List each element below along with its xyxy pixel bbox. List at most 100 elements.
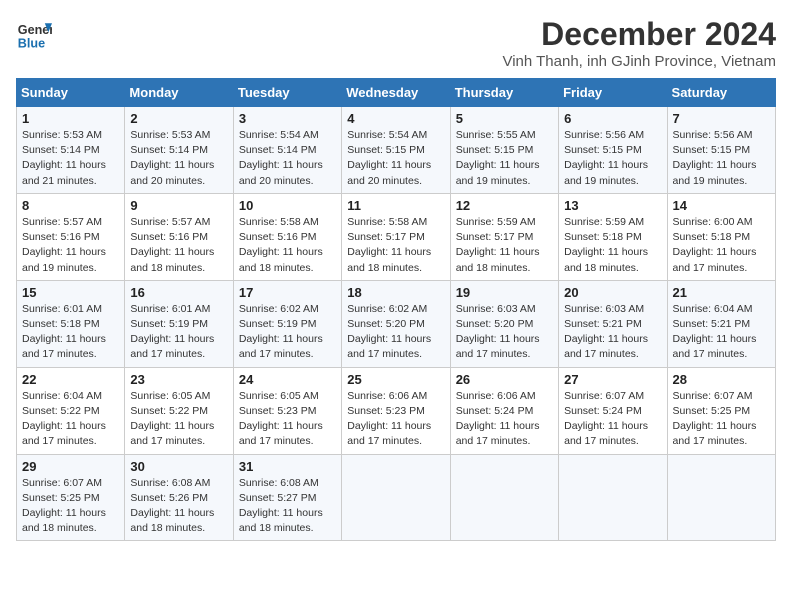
calendar-cell [450,454,558,541]
calendar-week-row: 8 Sunrise: 5:57 AM Sunset: 5:16 PM Daylig… [17,193,776,280]
calendar-header-monday: Monday [125,79,233,107]
day-number: 16 [130,285,227,300]
calendar-header-saturday: Saturday [667,79,775,107]
calendar-header-row: SundayMondayTuesdayWednesdayThursdayFrid… [17,79,776,107]
calendar-cell: 31 Sunrise: 6:08 AM Sunset: 5:27 PM Dayli… [233,454,341,541]
day-info: Sunrise: 6:08 AM Sunset: 5:26 PM Dayligh… [130,476,227,537]
day-info: Sunrise: 5:57 AM Sunset: 5:16 PM Dayligh… [130,215,227,276]
day-number: 2 [130,111,227,126]
calendar-cell: 16 Sunrise: 6:01 AM Sunset: 5:19 PM Dayli… [125,280,233,367]
calendar-header-friday: Friday [559,79,667,107]
calendar-week-row: 22Sunrise: 6:04 AM Sunset: 5:22 PM Dayli… [17,367,776,454]
day-info: Sunrise: 6:07 AM Sunset: 5:24 PM Dayligh… [564,389,661,450]
calendar-header-thursday: Thursday [450,79,558,107]
day-number: 22 [22,372,119,387]
calendar-cell [342,454,450,541]
day-info: Sunrise: 5:54 AM Sunset: 5:15 PM Dayligh… [347,128,444,189]
calendar-cell: 13 Sunrise: 5:59 AM Sunset: 5:18 PM Dayli… [559,193,667,280]
calendar-cell: 11 Sunrise: 5:58 AM Sunset: 5:17 PM Dayli… [342,193,450,280]
day-info: Sunrise: 5:59 AM Sunset: 5:18 PM Dayligh… [564,215,661,276]
day-number: 31 [239,459,336,474]
calendar-header-sunday: Sunday [17,79,125,107]
day-info: Sunrise: 6:03 AM Sunset: 5:21 PM Dayligh… [564,302,661,363]
day-number: 5 [456,111,553,126]
svg-text:Blue: Blue [18,37,45,51]
day-number: 14 [673,198,770,213]
day-info: Sunrise: 5:54 AM Sunset: 5:14 PM Dayligh… [239,128,336,189]
day-info: Sunrise: 6:02 AM Sunset: 5:19 PM Dayligh… [239,302,336,363]
day-number: 27 [564,372,661,387]
calendar-cell: 27 Sunrise: 6:07 AM Sunset: 5:24 PM Dayli… [559,367,667,454]
calendar-cell: 3Sunrise: 5:54 AM Sunset: 5:14 PM Daylig… [233,107,341,194]
day-number: 20 [564,285,661,300]
day-info: Sunrise: 6:08 AM Sunset: 5:27 PM Dayligh… [239,476,336,537]
day-info: Sunrise: 5:53 AM Sunset: 5:14 PM Dayligh… [130,128,227,189]
day-info: Sunrise: 5:56 AM Sunset: 5:15 PM Dayligh… [564,128,661,189]
calendar-cell: 26Sunrise: 6:06 AM Sunset: 5:24 PM Dayli… [450,367,558,454]
calendar-cell: 30 Sunrise: 6:08 AM Sunset: 5:26 PM Dayli… [125,454,233,541]
day-info: Sunrise: 5:58 AM Sunset: 5:17 PM Dayligh… [347,215,444,276]
calendar-header-wednesday: Wednesday [342,79,450,107]
day-info: Sunrise: 5:57 AM Sunset: 5:16 PM Dayligh… [22,215,119,276]
title-area: December 2024 Vinh Thanh, inh GJinh Prov… [502,16,776,70]
day-number: 17 [239,285,336,300]
day-info: Sunrise: 6:07 AM Sunset: 5:25 PM Dayligh… [22,476,119,537]
day-number: 24 [239,372,336,387]
calendar-cell: 22Sunrise: 6:04 AM Sunset: 5:22 PM Dayli… [17,367,125,454]
day-info: Sunrise: 6:03 AM Sunset: 5:20 PM Dayligh… [456,302,553,363]
calendar-cell: 29 Sunrise: 6:07 AM Sunset: 5:25 PM Dayli… [17,454,125,541]
calendar-table: SundayMondayTuesdayWednesdayThursdayFrid… [16,78,776,541]
day-info: Sunrise: 6:00 AM Sunset: 5:18 PM Dayligh… [673,215,770,276]
calendar-cell: 24 Sunrise: 6:05 AM Sunset: 5:23 PM Dayli… [233,367,341,454]
calendar-cell [667,454,775,541]
day-number: 1 [22,111,119,126]
day-number: 19 [456,285,553,300]
calendar-cell: 2 Sunrise: 5:53 AM Sunset: 5:14 PM Daylig… [125,107,233,194]
calendar-cell: 12Sunrise: 5:59 AM Sunset: 5:17 PM Dayli… [450,193,558,280]
calendar-header-tuesday: Tuesday [233,79,341,107]
calendar-cell: 19 Sunrise: 6:03 AM Sunset: 5:20 PM Dayli… [450,280,558,367]
calendar-cell: 23 Sunrise: 6:05 AM Sunset: 5:22 PM Dayli… [125,367,233,454]
calendar-cell: 5 Sunrise: 5:55 AM Sunset: 5:15 PM Daylig… [450,107,558,194]
day-info: Sunrise: 6:02 AM Sunset: 5:20 PM Dayligh… [347,302,444,363]
day-number: 11 [347,198,444,213]
calendar-cell: 15 Sunrise: 6:01 AM Sunset: 5:18 PM Dayli… [17,280,125,367]
day-info: Sunrise: 5:58 AM Sunset: 5:16 PM Dayligh… [239,215,336,276]
logo-icon: General Blue [16,16,52,52]
calendar-week-row: 1 Sunrise: 5:53 AM Sunset: 5:14 PM Daylig… [17,107,776,194]
day-number: 12 [456,198,553,213]
calendar-cell: 8 Sunrise: 5:57 AM Sunset: 5:16 PM Daylig… [17,193,125,280]
calendar-cell: 1 Sunrise: 5:53 AM Sunset: 5:14 PM Daylig… [17,107,125,194]
day-number: 23 [130,372,227,387]
day-number: 30 [130,459,227,474]
day-info: Sunrise: 5:56 AM Sunset: 5:15 PM Dayligh… [673,128,770,189]
day-info: Sunrise: 5:55 AM Sunset: 5:15 PM Dayligh… [456,128,553,189]
day-number: 18 [347,285,444,300]
day-info: Sunrise: 5:53 AM Sunset: 5:14 PM Dayligh… [22,128,119,189]
day-number: 10 [239,198,336,213]
calendar-cell: 25Sunrise: 6:06 AM Sunset: 5:23 PM Dayli… [342,367,450,454]
day-number: 21 [673,285,770,300]
calendar-cell: 7Sunrise: 5:56 AM Sunset: 5:15 PM Daylig… [667,107,775,194]
day-info: Sunrise: 6:01 AM Sunset: 5:18 PM Dayligh… [22,302,119,363]
calendar-week-row: 15 Sunrise: 6:01 AM Sunset: 5:18 PM Dayli… [17,280,776,367]
day-number: 15 [22,285,119,300]
day-number: 13 [564,198,661,213]
calendar-week-row: 29 Sunrise: 6:07 AM Sunset: 5:25 PM Dayli… [17,454,776,541]
page-header: General Blue December 2024 Vinh Thanh, i… [16,16,776,70]
day-info: Sunrise: 6:06 AM Sunset: 5:23 PM Dayligh… [347,389,444,450]
day-info: Sunrise: 6:01 AM Sunset: 5:19 PM Dayligh… [130,302,227,363]
day-number: 26 [456,372,553,387]
page-title: December 2024 [502,16,776,53]
page-subtitle: Vinh Thanh, inh GJinh Province, Vietnam [502,53,776,70]
day-number: 6 [564,111,661,126]
day-number: 8 [22,198,119,213]
day-info: Sunrise: 6:05 AM Sunset: 5:22 PM Dayligh… [130,389,227,450]
calendar-cell: 6 Sunrise: 5:56 AM Sunset: 5:15 PM Daylig… [559,107,667,194]
day-info: Sunrise: 6:05 AM Sunset: 5:23 PM Dayligh… [239,389,336,450]
day-number: 28 [673,372,770,387]
calendar-cell: 4Sunrise: 5:54 AM Sunset: 5:15 PM Daylig… [342,107,450,194]
day-number: 29 [22,459,119,474]
logo: General Blue [16,16,52,52]
calendar-cell: 20 Sunrise: 6:03 AM Sunset: 5:21 PM Dayli… [559,280,667,367]
